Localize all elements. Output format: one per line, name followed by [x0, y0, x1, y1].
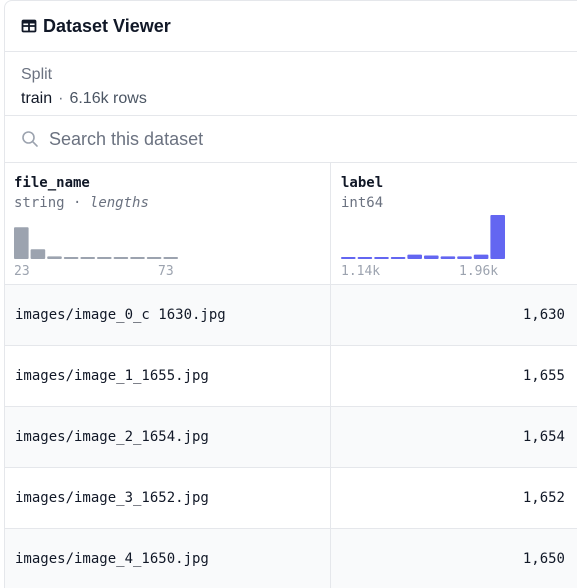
histogram-bar[interactable] — [407, 254, 422, 259]
histogram-bar[interactable] — [374, 257, 389, 259]
histogram-axis-max: 1.96k — [459, 264, 499, 279]
histogram-bar[interactable] — [47, 256, 62, 259]
table-row[interactable]: images/image_1_1655.jpg 1,655 — [5, 346, 577, 407]
histogram-bar[interactable] — [457, 256, 472, 259]
histogram-bar[interactable] — [440, 256, 456, 259]
cell-label[interactable]: 1,655 — [331, 346, 577, 406]
cell-file-name[interactable]: images/image_2_1654.jpg — [5, 407, 331, 467]
split-name: train — [21, 90, 53, 107]
histogram-bar[interactable] — [357, 257, 373, 259]
viewer-title: Dataset Viewer — [43, 15, 171, 36]
histogram-bar[interactable] — [80, 257, 95, 259]
cell-file-name[interactable]: images/image_3_1652.jpg — [5, 468, 331, 528]
column-headers: file_name string · lengths 23 73 label i… — [5, 163, 577, 285]
histogram-axis-max: 73 — [158, 264, 174, 279]
table-row[interactable]: images/image_3_1652.jpg 1,652 — [5, 468, 577, 529]
split-selector[interactable]: Split train · 6.16k rows — [5, 52, 577, 116]
histogram-bar[interactable] — [97, 257, 112, 259]
histogram-bar[interactable] — [30, 249, 46, 259]
column-header-file-name[interactable]: file_name string · lengths 23 73 — [5, 163, 331, 284]
histogram-axis-min: 1.14k — [341, 264, 381, 279]
search-bar[interactable] — [5, 116, 577, 163]
cell-label[interactable]: 1,654 — [331, 407, 577, 467]
search-icon — [21, 130, 39, 148]
viewer-header: Dataset Viewer — [5, 1, 577, 52]
dataset-viewer: Dataset Viewer Split train · 6.16k rows fi… — [4, 0, 577, 588]
histogram-bar[interactable] — [424, 255, 439, 260]
table-row[interactable]: images/image_2_1654.jpg 1,654 — [5, 407, 577, 468]
histogram-bar[interactable] — [490, 215, 505, 259]
split-separator: · — [58, 90, 64, 107]
histogram-label[interactable] — [341, 213, 505, 259]
histogram-bar[interactable] — [163, 257, 178, 259]
column-name: file_name — [14, 175, 90, 191]
cell-label[interactable]: 1,630 — [331, 285, 577, 345]
histogram-bar[interactable] — [130, 257, 145, 259]
histogram-bar[interactable] — [146, 257, 162, 259]
table-row[interactable]: images/image_4_1650.jpg 1,650 — [5, 529, 577, 588]
cell-file-name[interactable]: images/image_4_1650.jpg — [5, 529, 331, 588]
table-row[interactable]: images/image_0_c 1630.jpg 1,630 — [5, 285, 577, 346]
column-type: string · lengths — [14, 195, 149, 211]
table-icon — [21, 18, 37, 34]
column-name: label — [341, 175, 384, 191]
column-type-name: string — [14, 195, 65, 211]
cell-file-name[interactable]: images/image_1_1655.jpg — [5, 346, 331, 406]
split-row-count: 6.16k rows — [69, 90, 147, 107]
search-input[interactable] — [49, 128, 449, 150]
cell-label[interactable]: 1,652 — [331, 468, 577, 528]
cell-label[interactable]: 1,650 — [331, 529, 577, 588]
data-table: file_name string · lengths 23 73 label i… — [5, 163, 577, 588]
histogram-file-name[interactable] — [14, 213, 178, 259]
column-type-extra: lengths — [89, 195, 149, 211]
histogram-bar[interactable] — [63, 257, 79, 259]
column-header-label[interactable]: label int64 1.14k 1.96k — [331, 163, 577, 284]
histogram-bar[interactable] — [341, 257, 356, 259]
histogram-bar[interactable] — [14, 227, 29, 259]
histogram-bar[interactable] — [113, 257, 129, 259]
split-value[interactable]: train · 6.16k rows — [21, 87, 577, 111]
histogram-bar[interactable] — [390, 257, 406, 259]
column-type: int64 — [341, 195, 384, 211]
histogram-axis-min: 23 — [14, 264, 30, 279]
cell-file-name[interactable]: images/image_0_c 1630.jpg — [5, 285, 331, 345]
split-label: Split — [21, 66, 53, 83]
column-type-sep: · — [73, 195, 82, 211]
histogram-bar[interactable] — [473, 254, 489, 259]
